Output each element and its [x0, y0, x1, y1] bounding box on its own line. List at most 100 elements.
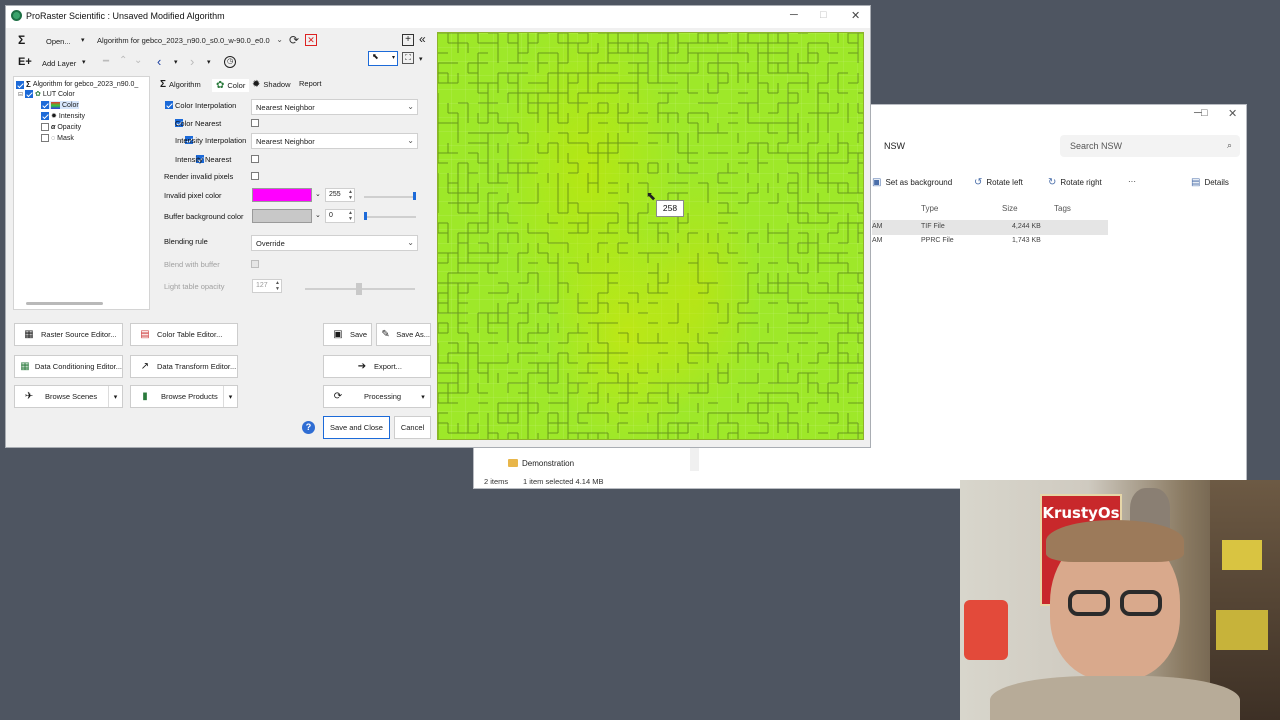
save-as-button[interactable]: ✎ Save As...	[376, 323, 431, 346]
details-button[interactable]: ▤ Details	[1191, 177, 1229, 188]
tree-node-intensity[interactable]: ✹ Intensity	[41, 112, 85, 120]
dropdown-arrow-icon[interactable]: ▾	[223, 386, 237, 407]
tree-node-opacity[interactable]: α Opacity	[41, 123, 81, 131]
table-row-selected[interactable]	[872, 220, 1108, 235]
tree-checkbox[interactable]	[41, 112, 49, 120]
chevron-down-icon[interactable]: ⌄	[315, 211, 321, 219]
save-button[interactable]: ▣ Save	[323, 323, 372, 346]
satellite-icon: ✈	[24, 391, 34, 402]
collapse-panel-icon[interactable]: «	[419, 32, 426, 46]
spinner-value: 127	[256, 282, 268, 289]
browse-products-button[interactable]: ▮ Browse Products ▾	[130, 385, 238, 408]
forward-dropdown-icon[interactable]: ▾	[207, 58, 211, 66]
buffer-alpha-spinner[interactable]: 0 ▲ ▼	[325, 209, 355, 223]
tree-checkbox[interactable]	[16, 80, 24, 89]
column-header-type[interactable]: Type	[921, 204, 938, 213]
maximize-icon[interactable]: □	[820, 9, 827, 21]
column-header-size[interactable]: Size	[1002, 204, 1018, 213]
slider-thumb[interactable]	[413, 192, 416, 200]
data-transform-editor-button[interactable]: ↗ Data Transform Editor...	[130, 355, 238, 378]
slider-thumb[interactable]	[356, 283, 362, 295]
invalid-pixel-color-swatch[interactable]	[252, 188, 312, 202]
data-conditioning-editor-button[interactable]: ▦ Data Conditioning Editor...	[14, 355, 123, 378]
tree-node-algorithm[interactable]: Σ Algorithm for gebco_2023_n90.0_	[16, 80, 138, 89]
select-value: Nearest Neighbor	[256, 103, 315, 112]
move-down-icon[interactable]: ⌄	[134, 55, 142, 66]
forward-icon[interactable]: ›	[190, 54, 194, 69]
sun-icon: ✹	[51, 113, 57, 120]
cancel-button[interactable]: Cancel	[394, 416, 431, 439]
pointer-tool-select[interactable]: ⬉ ▾	[368, 51, 398, 66]
button-label: Save and Close	[330, 423, 383, 432]
more-options-button[interactable]: ···	[1128, 177, 1136, 186]
breadcrumb[interactable]: NSW	[884, 141, 905, 151]
tree-checkbox[interactable]	[41, 134, 49, 142]
dropdown-arrow-icon[interactable]: ▾	[416, 386, 430, 407]
tab-color[interactable]: ✿ Color	[212, 79, 250, 92]
tab-shadow[interactable]: ✹ Shadow	[252, 79, 291, 90]
tab-algorithm[interactable]: Σ Algorithm	[160, 79, 201, 90]
zoom-extents-icon[interactable]: ⛶	[402, 52, 414, 64]
tree-node-lut-color[interactable]: ⊟ ✿ LUT Color	[18, 90, 75, 98]
tree-checkbox[interactable]	[25, 90, 34, 98]
intensity-interpolation-select[interactable]: Nearest Neighbor ⌄	[251, 133, 418, 149]
export-button[interactable]: ➔ Export...	[323, 355, 431, 378]
tab-report[interactable]: Report	[299, 79, 322, 88]
color-nearest-value-checkbox[interactable]	[251, 119, 259, 127]
color-interpolation-checkbox[interactable]	[165, 101, 173, 109]
folder-item[interactable]: Demonstration	[508, 459, 574, 468]
close-icon[interactable]: ✕	[1228, 107, 1237, 120]
buffer-alpha-slider[interactable]	[364, 216, 416, 218]
buffer-background-swatch[interactable]	[252, 209, 312, 223]
color-table-editor-button[interactable]: ▤ Color Table Editor...	[130, 323, 238, 346]
chevron-down-icon[interactable]: ⌄	[315, 190, 321, 198]
move-up-icon[interactable]: ⌃	[119, 55, 127, 66]
search-input[interactable]: Search NSW ⌕	[1060, 135, 1240, 157]
raster-source-editor-button[interactable]: ▦ Raster Source Editor...	[14, 323, 123, 346]
column-header-tags[interactable]: Tags	[1054, 204, 1071, 213]
open-dropdown-icon[interactable]: ▾	[81, 36, 85, 44]
intensity-nearest-value-checkbox[interactable]	[251, 155, 259, 163]
back-dropdown-icon[interactable]: ▾	[174, 58, 178, 66]
remove-layer-icon[interactable]: ━	[103, 56, 109, 67]
open-button[interactable]: Open...	[46, 37, 71, 46]
blend-with-buffer-checkbox[interactable]	[251, 260, 259, 268]
tree-node-mask[interactable]: ◌ Mask	[41, 134, 74, 142]
tree-node-color[interactable]: Color	[41, 101, 79, 109]
add-view-icon[interactable]: +	[402, 34, 414, 46]
close-icon[interactable]: ✕	[851, 9, 860, 22]
rotate-right-command[interactable]: ↻ Rotate right	[1048, 177, 1102, 188]
pane-divider[interactable]	[690, 445, 699, 471]
tree-checkbox[interactable]	[41, 101, 49, 109]
back-icon[interactable]: ‹	[157, 54, 161, 69]
minimize-icon[interactable]: ─	[790, 9, 798, 21]
mouse-cursor-icon: ⬉	[646, 189, 657, 203]
slider-thumb[interactable]	[364, 212, 367, 220]
raster-map-view[interactable]	[437, 32, 864, 440]
save-and-close-button[interactable]: Save and Close	[323, 416, 390, 439]
layer-tree[interactable]: Σ Algorithm for gebco_2023_n90.0_ ⊟ ✿ LU…	[13, 76, 150, 310]
blending-rule-select[interactable]: Override ⌄	[251, 235, 418, 251]
set-background-command[interactable]: ▣ Set as background	[872, 177, 952, 188]
refresh-icon[interactable]: ⟳	[289, 33, 299, 47]
tree-checkbox[interactable]	[41, 123, 49, 131]
add-layer-icon: E+	[18, 56, 32, 68]
horizontal-scrollbar[interactable]	[26, 302, 103, 305]
browse-scenes-button[interactable]: ✈ Browse Scenes ▾	[14, 385, 123, 408]
rotate-left-command[interactable]: ↺ Rotate left	[974, 177, 1023, 188]
dropdown-arrow-icon[interactable]: ▾	[108, 386, 122, 407]
processing-button[interactable]: ⟳ Processing ▾	[323, 385, 431, 408]
render-invalid-checkbox[interactable]	[251, 172, 259, 180]
invalid-pixel-alpha-spinner[interactable]: 255 ▲ ▼	[325, 188, 355, 202]
history-icon[interactable]: ◷	[224, 56, 236, 68]
invalid-pixel-alpha-slider[interactable]	[364, 196, 416, 198]
add-layer-button[interactable]: Add Layer	[42, 59, 76, 68]
zoom-dropdown-icon[interactable]: ▾	[419, 55, 423, 63]
restore-icon[interactable]: □	[1201, 107, 1208, 119]
add-layer-dropdown-icon[interactable]: ▾	[82, 58, 86, 66]
help-icon[interactable]: ?	[302, 421, 315, 434]
algorithm-select[interactable]: Algorithm for gebco_2023_n90.0_s0.0_w-90…	[93, 33, 286, 49]
color-interpolation-select[interactable]: Nearest Neighbor ⌄	[251, 99, 418, 115]
delete-icon[interactable]: ✕	[305, 34, 317, 46]
light-table-opacity-spinner[interactable]: 127 ▲ ▼	[252, 279, 282, 293]
